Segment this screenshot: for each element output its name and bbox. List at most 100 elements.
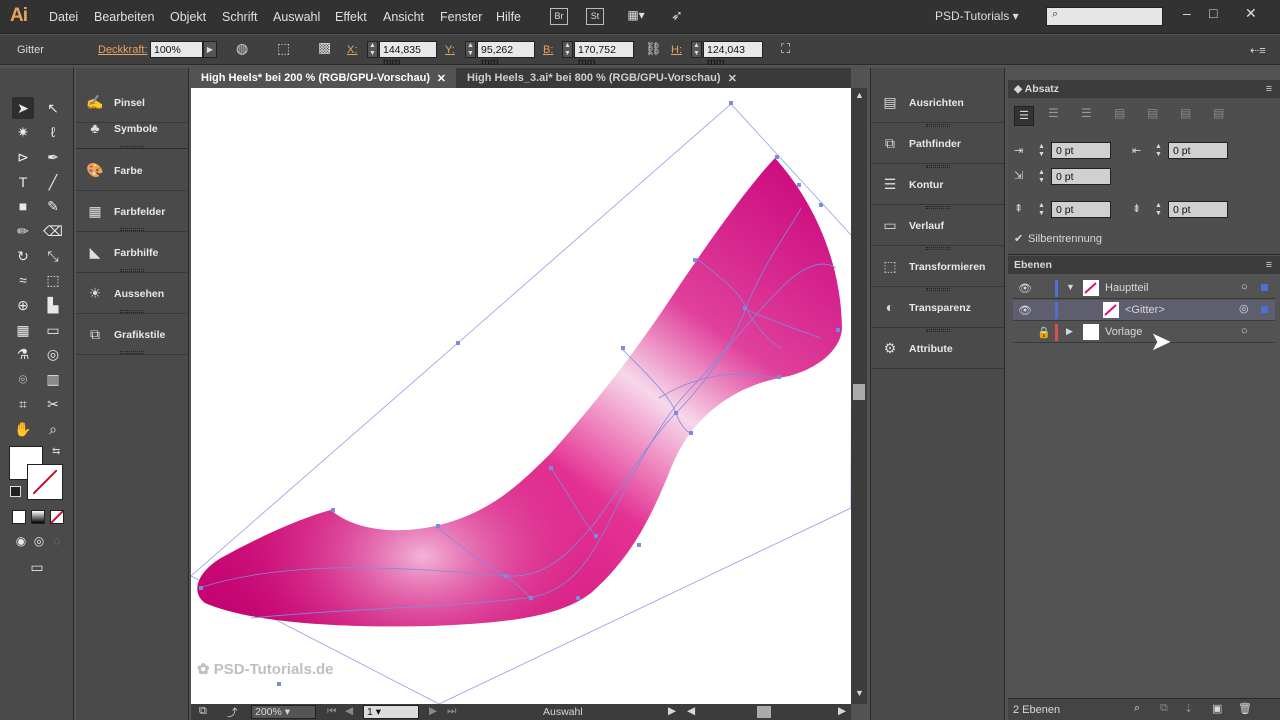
hscroll-thumb[interactable]	[757, 706, 771, 718]
selection-tool-icon[interactable]: ➤	[12, 97, 34, 119]
panel-kontur[interactable]: ☰ Kontur	[871, 164, 1004, 205]
paintbrush-tool-icon[interactable]: ✎	[42, 195, 64, 217]
expand-triangle-icon[interactable]: ▶	[1066, 326, 1073, 337]
align-left-button[interactable]: ☰	[1014, 106, 1034, 126]
align-center-button[interactable]: ☰	[1048, 106, 1059, 120]
space-after-input[interactable]: 0 pt	[1168, 201, 1228, 218]
opacity-label[interactable]: Deckkraft:	[98, 44, 148, 56]
sync-icon[interactable]: ➶	[668, 8, 686, 25]
control-menu-icon[interactable]: ⇠≡	[1250, 44, 1266, 57]
menu-effekt[interactable]: Effekt	[335, 10, 367, 24]
artboard-canvas[interactable]: ✿ PSD-Tutorials.de	[191, 88, 851, 704]
pencil-tool-icon[interactable]: ✏	[12, 220, 34, 242]
panel-grip[interactable]	[120, 351, 144, 354]
panel-grip[interactable]	[926, 329, 950, 332]
indent-right-stepper[interactable]: ▲ ▼	[1155, 143, 1162, 159]
stock-icon[interactable]: St	[586, 8, 604, 25]
hscroll-left-icon[interactable]: ◀	[687, 705, 695, 717]
new-layer-icon[interactable]: ▣	[1212, 702, 1222, 715]
x-stepper[interactable]: ▲ ▼	[367, 41, 378, 58]
direct-selection-tool-icon[interactable]: ↖	[42, 97, 64, 119]
width-input[interactable]: 170,752 mm	[574, 41, 634, 68]
close-icon[interactable]: ✕	[728, 72, 737, 85]
eraser-tool-icon[interactable]: ⌫	[42, 220, 64, 242]
graph-tool-icon[interactable]: ▥	[42, 368, 64, 390]
scroll-thumb[interactable]	[853, 384, 865, 400]
panel-farbfelder[interactable]: ▦ Farbfelder	[76, 191, 189, 232]
constrain-link-icon[interactable]: ⛓	[645, 41, 662, 57]
mesh-tool-icon[interactable]: ▦	[12, 319, 34, 341]
layer-row[interactable]: 👁 ▼ Hauptteil ○	[1013, 278, 1275, 299]
default-colors-icon[interactable]	[10, 486, 21, 497]
panel-ausrichten[interactable]: ▤ Ausrichten	[871, 82, 1004, 123]
status-menu-icon[interactable]: ▶	[668, 705, 676, 717]
stroke-swatch[interactable]	[27, 464, 63, 500]
panel-farbhilfe[interactable]: ◣ Farbhilfe	[76, 232, 189, 273]
justify-center-button[interactable]: ▤	[1147, 106, 1158, 120]
panel-grip[interactable]	[926, 288, 950, 291]
space-after-stepper[interactable]: ▲ ▼	[1155, 202, 1162, 218]
tab-high-heels-3[interactable]: High Heels_3.ai* bei 800 % (RGB/GPU-Vors…	[457, 68, 747, 88]
perspective-grid-tool-icon[interactable]: ▙	[42, 294, 64, 316]
artboard-tool-icon[interactable]: ⌗	[12, 393, 34, 415]
eyedropper-tool-icon[interactable]: ⚗	[12, 343, 34, 365]
slice-tool-icon[interactable]: ✂	[42, 393, 64, 415]
panel-grip[interactable]	[926, 247, 950, 250]
line-tool-icon[interactable]: ╱	[42, 171, 64, 193]
panel-aussehen[interactable]: ☀ Aussehen	[76, 273, 189, 314]
prev-page-icon[interactable]: ◀	[345, 705, 353, 717]
zoom-tool-icon[interactable]: ⌕	[42, 418, 64, 440]
magic-wand-tool-icon[interactable]: ✷	[12, 121, 34, 143]
paragraph-panel-header[interactable]: ◆ Absatz ≡	[1008, 80, 1280, 98]
x-label[interactable]: X:	[347, 44, 357, 56]
visibility-eye-icon[interactable]: 👁	[1018, 304, 1032, 317]
pen-tool-icon[interactable]: ✒	[42, 146, 64, 168]
clipping-mask-icon[interactable]: ⧉	[1160, 702, 1168, 715]
anchor-point-tool-icon[interactable]: ⊳	[12, 146, 34, 168]
hyphenation-checkbox[interactable]: ✔	[1014, 232, 1023, 245]
panel-symbole[interactable]: ♣ Symbole	[76, 108, 189, 149]
last-page-icon[interactable]: ⏭	[447, 705, 456, 718]
screen-mode-icon[interactable]: ▭	[26, 556, 48, 578]
close-icon[interactable]: ✕	[437, 72, 446, 85]
free-transform-tool-icon[interactable]: ⬚	[42, 269, 64, 291]
tab-high-heels[interactable]: High Heels* bei 200 % (RGB/GPU-Vorschau)…	[191, 68, 456, 88]
menu-auswahl[interactable]: Auswahl	[273, 10, 320, 24]
swap-fill-stroke-icon[interactable]: ⇆	[52, 446, 60, 457]
menu-fenster[interactable]: Fenster	[440, 10, 482, 24]
justify-left-button[interactable]: ▤	[1114, 106, 1125, 120]
menu-objekt[interactable]: Objekt	[170, 10, 206, 24]
first-line-stepper[interactable]: ▲ ▼	[1038, 169, 1045, 185]
transform-grid-icon[interactable]: ▩	[318, 39, 331, 56]
y-stepper[interactable]: ▲ ▼	[465, 41, 476, 58]
rotate-tool-icon[interactable]: ↻	[12, 245, 34, 267]
symbol-sprayer-tool-icon[interactable]: ⌾	[12, 368, 34, 390]
target-circle-icon[interactable]: ○	[1241, 281, 1248, 293]
width-label[interactable]: B:	[543, 44, 553, 56]
zoom-select[interactable]: 200% ▾	[251, 705, 316, 719]
layers-panel-header[interactable]: Ebenen ≡	[1008, 256, 1280, 274]
draw-inside-icon[interactable]: ◌	[46, 530, 68, 552]
menu-ansicht[interactable]: Ansicht	[383, 10, 424, 24]
visibility-eye-icon[interactable]: 👁	[1018, 282, 1032, 295]
shape-builder-tool-icon[interactable]: ⊕	[12, 294, 34, 316]
none-mode-icon[interactable]	[50, 510, 64, 524]
panel-grip[interactable]	[926, 124, 950, 127]
recolor-icon[interactable]: ◍	[236, 40, 248, 57]
scroll-down-icon[interactable]: ▼	[855, 688, 864, 698]
y-label[interactable]: Y:	[445, 44, 455, 56]
hscroll-right-icon[interactable]: ▶	[838, 705, 846, 717]
width-stepper[interactable]: ▲ ▼	[562, 41, 573, 58]
search-input[interactable]: ⌕	[1046, 7, 1163, 26]
panel-pathfinder[interactable]: ⧉ Pathfinder	[871, 123, 1004, 164]
maximize-button[interactable]: □	[1209, 5, 1217, 21]
menu-datei[interactable]: Datei	[49, 10, 78, 24]
panel-grip[interactable]	[120, 269, 144, 272]
width-tool-icon[interactable]: ≈	[12, 269, 34, 291]
panel-menu-icon[interactable]: ≡	[1266, 83, 1272, 95]
first-page-icon[interactable]: ⏮	[327, 705, 336, 718]
panel-farbe[interactable]: 🎨 Farbe	[76, 150, 189, 191]
panel-transformieren[interactable]: ⬚ Transformieren	[871, 246, 1004, 287]
panel-grip[interactable]	[926, 206, 950, 209]
indent-left-stepper[interactable]: ▲ ▼	[1038, 143, 1045, 159]
